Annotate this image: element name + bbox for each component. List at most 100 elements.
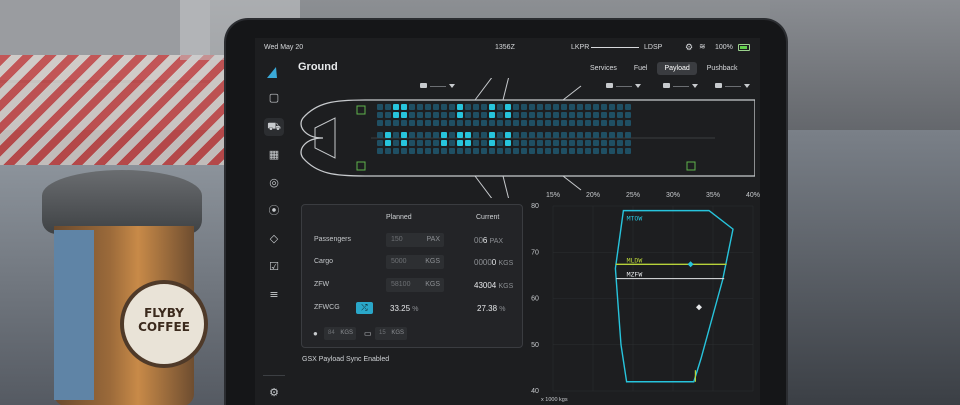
seat[interactable] — [537, 120, 543, 126]
seat[interactable] — [561, 148, 567, 154]
seat[interactable] — [529, 120, 535, 126]
seat[interactable] — [577, 132, 583, 138]
seat[interactable] — [433, 140, 439, 146]
seat[interactable] — [417, 132, 423, 138]
seat[interactable] — [385, 140, 391, 146]
seat[interactable] — [489, 104, 495, 110]
seat[interactable] — [497, 112, 503, 118]
seat[interactable] — [441, 120, 447, 126]
seat[interactable] — [569, 140, 575, 146]
seat[interactable] — [441, 148, 447, 154]
seat[interactable] — [473, 112, 479, 118]
seat[interactable] — [385, 112, 391, 118]
seat[interactable] — [377, 120, 383, 126]
seat[interactable] — [465, 132, 471, 138]
seat[interactable] — [481, 112, 487, 118]
seat[interactable] — [481, 148, 487, 154]
seat[interactable] — [489, 112, 495, 118]
seat[interactable] — [537, 112, 543, 118]
seat[interactable] — [497, 120, 503, 126]
seat[interactable] — [481, 132, 487, 138]
seat[interactable] — [561, 132, 567, 138]
seat[interactable] — [529, 140, 535, 146]
passengers-input[interactable]: 150 PAX — [386, 233, 444, 247]
zfw-input[interactable]: 58100 KGS — [386, 278, 444, 292]
seat[interactable] — [625, 148, 631, 154]
seat[interactable] — [473, 120, 479, 126]
seat[interactable] — [393, 148, 399, 154]
checklist-icon[interactable]: ☑ — [264, 258, 284, 276]
seat[interactable] — [593, 112, 599, 118]
gear-icon[interactable]: ⚙ — [685, 42, 693, 53]
seat[interactable] — [513, 112, 519, 118]
seat[interactable] — [465, 140, 471, 146]
seat[interactable] — [377, 140, 383, 146]
seat[interactable] — [625, 104, 631, 110]
seat[interactable] — [617, 112, 623, 118]
seat[interactable] — [441, 112, 447, 118]
seat[interactable] — [553, 148, 559, 154]
seat[interactable] — [489, 120, 495, 126]
seat[interactable] — [577, 120, 583, 126]
seat[interactable] — [401, 132, 407, 138]
seat[interactable] — [449, 120, 455, 126]
seat[interactable] — [393, 104, 399, 110]
tab-payload[interactable]: Payload — [657, 62, 697, 75]
seat[interactable] — [489, 140, 495, 146]
seat[interactable] — [529, 148, 535, 154]
compass-icon[interactable]: ◎ — [264, 174, 284, 192]
seat[interactable] — [457, 104, 463, 110]
seat[interactable] — [521, 148, 527, 154]
seat[interactable] — [417, 140, 423, 146]
seat[interactable] — [585, 148, 591, 154]
seat[interactable] — [529, 112, 535, 118]
seat[interactable] — [433, 132, 439, 138]
cargo-input[interactable]: 5000 KGS — [386, 255, 444, 269]
seat[interactable] — [609, 112, 615, 118]
seat[interactable] — [577, 140, 583, 146]
seat[interactable] — [585, 132, 591, 138]
seat[interactable] — [513, 104, 519, 110]
seat[interactable] — [609, 104, 615, 110]
seat[interactable] — [561, 104, 567, 110]
seat[interactable] — [393, 140, 399, 146]
seat[interactable] — [377, 104, 383, 110]
seat[interactable] — [601, 140, 607, 146]
seat[interactable] — [609, 120, 615, 126]
seat[interactable] — [441, 104, 447, 110]
seat[interactable] — [377, 112, 383, 118]
tab-pushback[interactable]: Pushback — [700, 62, 745, 75]
seat[interactable] — [497, 132, 503, 138]
seat[interactable] — [409, 140, 415, 146]
pax-weight-input[interactable]: 84 KGS — [324, 327, 356, 340]
seat[interactable] — [601, 112, 607, 118]
seat[interactable] — [377, 148, 383, 154]
seat[interactable] — [473, 140, 479, 146]
seat[interactable] — [593, 120, 599, 126]
seat[interactable] — [569, 120, 575, 126]
seat[interactable] — [393, 112, 399, 118]
seat[interactable] — [521, 132, 527, 138]
seat[interactable] — [513, 120, 519, 126]
seat[interactable] — [625, 120, 631, 126]
seat[interactable] — [513, 140, 519, 146]
seat[interactable] — [497, 148, 503, 154]
seat[interactable] — [449, 148, 455, 154]
seat[interactable] — [577, 148, 583, 154]
seat[interactable] — [529, 104, 535, 110]
seat[interactable] — [569, 112, 575, 118]
seat[interactable] — [433, 148, 439, 154]
seat[interactable] — [401, 112, 407, 118]
seat[interactable] — [377, 132, 383, 138]
seat[interactable] — [465, 148, 471, 154]
seat[interactable] — [617, 148, 623, 154]
seat[interactable] — [497, 140, 503, 146]
seat[interactable] — [425, 148, 431, 154]
seat[interactable] — [505, 148, 511, 154]
seat[interactable] — [601, 132, 607, 138]
seat[interactable] — [449, 140, 455, 146]
seat[interactable] — [417, 104, 423, 110]
clipboard-icon[interactable]: ▢ — [264, 89, 284, 107]
seat[interactable] — [569, 104, 575, 110]
seat[interactable] — [457, 140, 463, 146]
